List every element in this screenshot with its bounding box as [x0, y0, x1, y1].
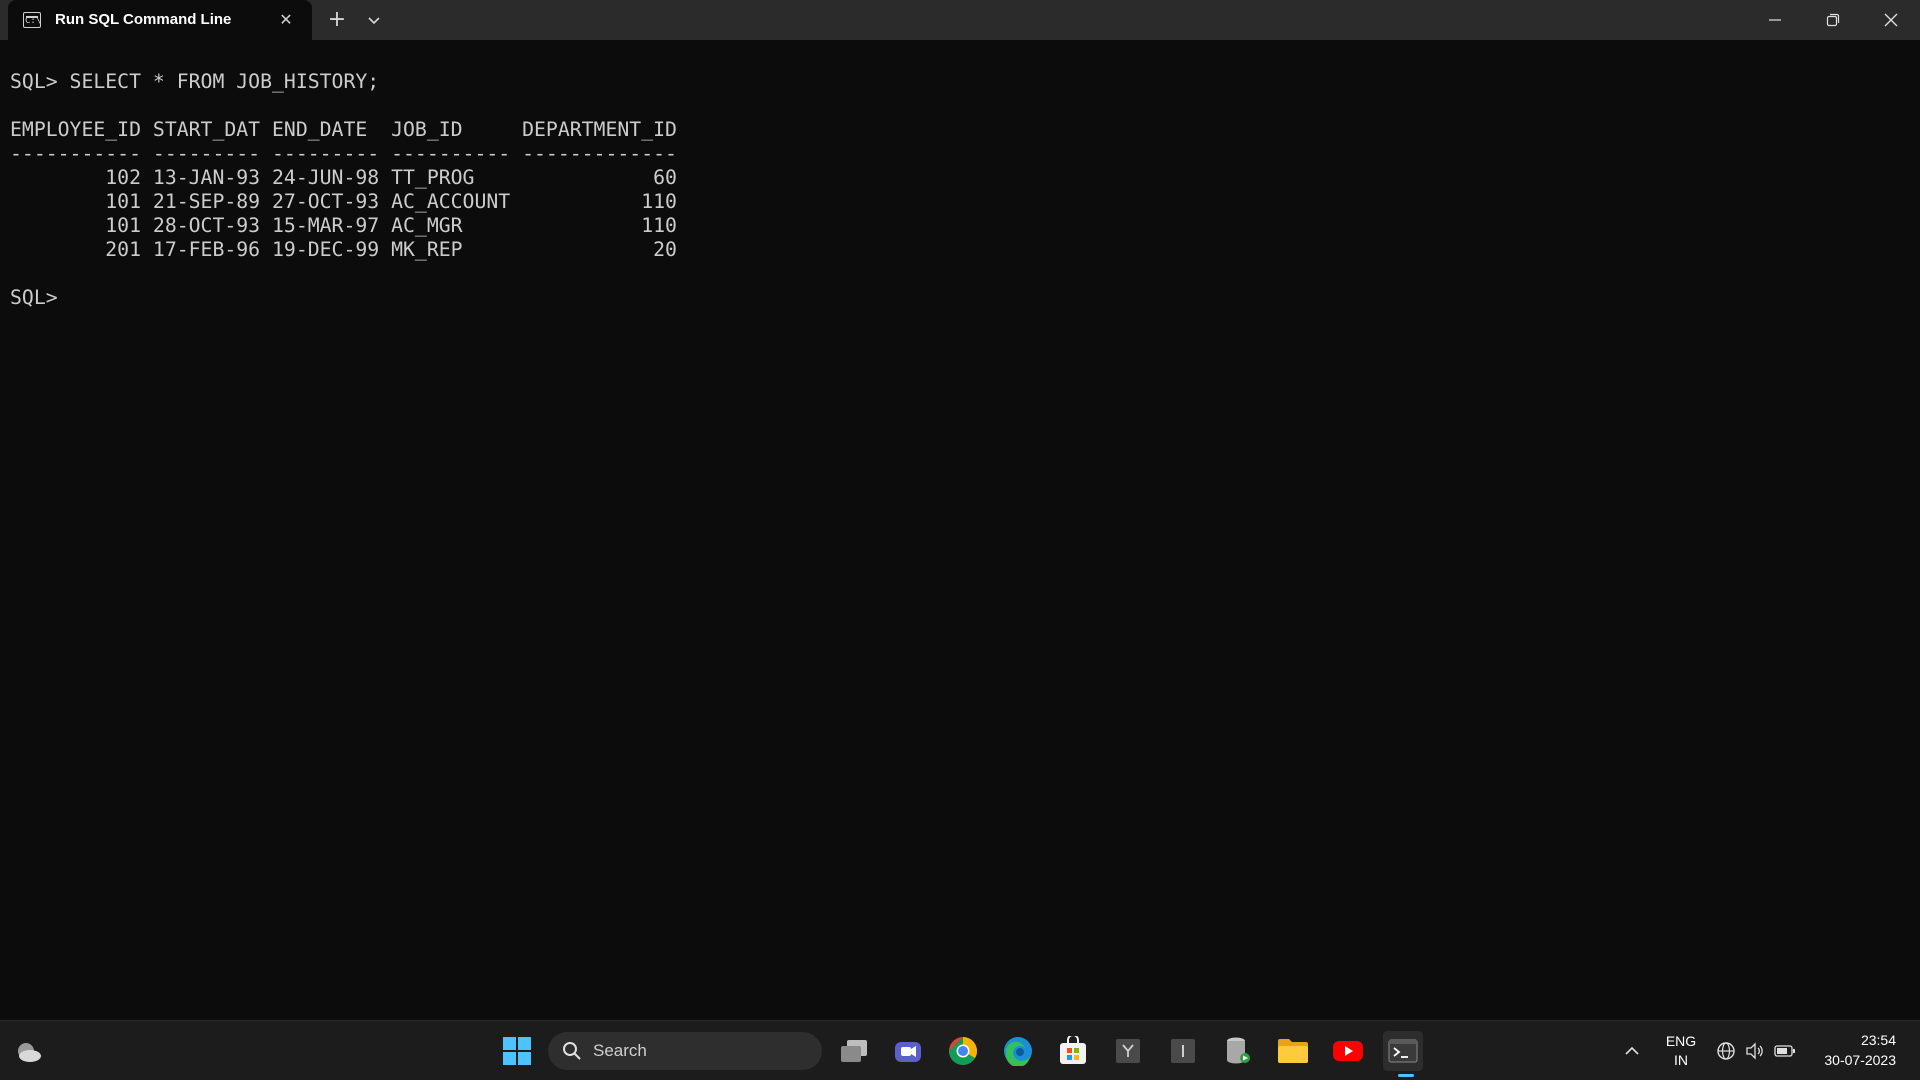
language-code: ENG [1665, 1033, 1697, 1049]
taskbar-file-explorer[interactable] [1273, 1031, 1313, 1071]
taskbar-chrome[interactable] [943, 1031, 983, 1071]
taskbar-teams[interactable] [888, 1031, 928, 1071]
chevron-up-icon [1625, 1046, 1639, 1055]
edge-icon [1004, 1037, 1032, 1066]
windows-logo-icon [503, 1037, 531, 1065]
terminal-line: 101 28-OCT-93 15-MAR-97 AC_MGR 110 [10, 214, 677, 237]
terminal-output: SQL> SELECT * FROM JOB_HISTORY; EMPLOYEE… [10, 70, 677, 310]
close-tab-icon[interactable]: ✕ [276, 10, 296, 30]
clock-time: 23:54 [1860, 1032, 1896, 1048]
terminal-prompt: SQL> [10, 286, 58, 309]
taskbar-terminal[interactable] [1383, 1031, 1423, 1077]
system-status-button[interactable] [1712, 1035, 1800, 1067]
terminal-line: 201 17-FEB-96 19-DEC-99 MK_REP 20 [10, 238, 677, 261]
minimize-button[interactable] [1746, 0, 1804, 40]
new-tab-button[interactable]: + [325, 8, 349, 32]
console-icon: C:\ [23, 12, 41, 28]
terminal-line: 102 13-JAN-93 24-JUN-98 TT_PROG 60 [10, 166, 677, 189]
taskbar: Search ENG IN 23:54 30-07-2023 [0, 1020, 1920, 1080]
taskbar-database[interactable] [1218, 1031, 1258, 1071]
app-i-icon [1171, 1039, 1195, 1063]
terminal-line: 101 21-SEP-89 27-OCT-93 AC_ACCOUNT 110 [10, 190, 677, 213]
terminal-line: EMPLOYEE_ID START_DAT END_DATE JOB_ID DE… [10, 118, 677, 141]
tab-title: Run SQL Command Line [55, 11, 232, 28]
chevron-down-icon [368, 17, 380, 25]
weather-icon [18, 1043, 41, 1062]
app-y-icon [1116, 1039, 1140, 1063]
terminal-icon [1388, 1039, 1418, 1063]
folder-icon [1278, 1039, 1308, 1063]
close-window-button[interactable] [1862, 0, 1920, 40]
taskbar-app-i[interactable] [1163, 1031, 1203, 1071]
terminal-area[interactable]: SQL> SELECT * FROM JOB_HISTORY; EMPLOYEE… [0, 40, 1920, 1020]
restore-button[interactable] [1804, 0, 1862, 40]
taskbar-app-y[interactable] [1108, 1031, 1148, 1071]
clock-button[interactable]: 23:54 30-07-2023 [1808, 1029, 1908, 1073]
battery-icon [1773, 1045, 1795, 1057]
taskbar-store[interactable] [1053, 1031, 1093, 1071]
close-icon [1884, 13, 1898, 27]
taskbar-edge[interactable] [998, 1031, 1038, 1071]
search-icon [563, 1042, 581, 1060]
video-camera-icon [895, 1042, 921, 1062]
youtube-icon [1333, 1041, 1363, 1061]
terminal-line: ----------- --------- --------- --------… [10, 142, 677, 165]
taskbar-youtube[interactable] [1328, 1031, 1368, 1071]
start-button[interactable] [497, 1031, 537, 1071]
tab-run-sql-command-line[interactable]: C:\ Run SQL Command Line ✕ [8, 0, 312, 40]
volume-icon [1746, 1042, 1763, 1060]
chrome-icon [949, 1037, 977, 1065]
taskbar-search-box[interactable]: Search [548, 1032, 822, 1070]
weather-widget-button[interactable] [8, 1031, 48, 1071]
clock-date: 30-07-2023 [1824, 1052, 1896, 1068]
search-label: Search [593, 1041, 647, 1060]
language-region: IN [1674, 1052, 1688, 1068]
network-globe-icon [1717, 1042, 1736, 1060]
terminal-line: SQL> SELECT * FROM JOB_HISTORY; [10, 70, 380, 93]
task-view-icon [841, 1040, 867, 1062]
language-indicator[interactable]: ENG IN [1656, 1031, 1706, 1071]
restore-icon [1826, 13, 1840, 27]
minimize-icon [1769, 19, 1781, 21]
database-icon [1227, 1037, 1250, 1064]
store-icon [1060, 1036, 1086, 1064]
taskbar-task-view[interactable] [834, 1031, 874, 1071]
show-hidden-icons-button[interactable] [1612, 1031, 1652, 1071]
tab-dropdown-button[interactable] [362, 8, 386, 32]
title-bar: C:\ Run SQL Command Line ✕ + [0, 0, 1920, 40]
